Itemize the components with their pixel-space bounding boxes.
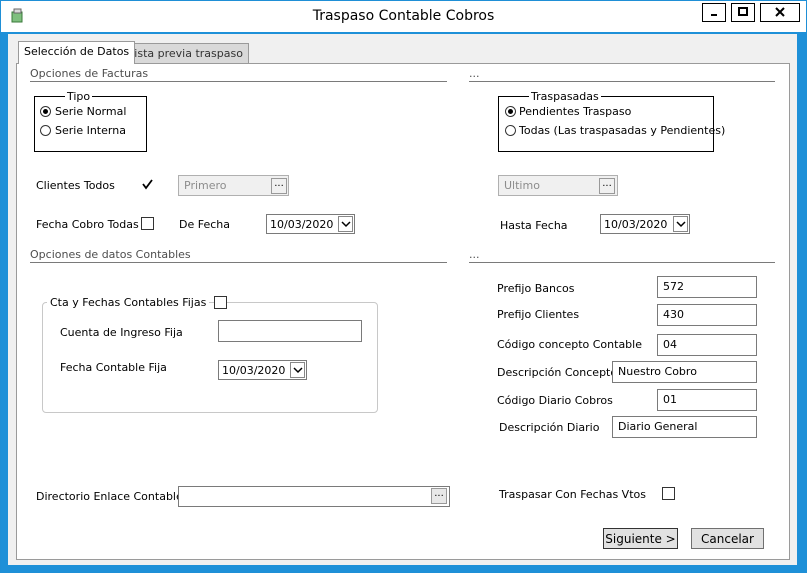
title-bar: Traspaso Contable Cobros <box>1 1 806 32</box>
contables-divider <box>30 262 447 263</box>
window-title: Traspaso Contable Cobros <box>312 8 495 24</box>
contables-right-divider <box>469 262 775 263</box>
traspasar-vtos-label: Traspasar Con Fechas Vtos <box>499 488 646 501</box>
tab-panel: Opciones de Facturas ... Tipo Serie Norm… <box>16 63 790 560</box>
pendientes-traspaso-label[interactable]: Pendientes Traspaso <box>519 105 631 118</box>
serie-interna-label[interactable]: Serie Interna <box>55 124 126 137</box>
pendientes-traspaso-radio[interactable] <box>505 106 516 117</box>
facturas-right-divider <box>469 81 775 82</box>
codigo-concepto-input[interactable]: 04 <box>657 334 757 356</box>
todas-radio[interactable] <box>505 125 516 136</box>
tab-vista-previa[interactable]: Vista previa traspaso <box>121 43 249 63</box>
cliente-hasta-browse-button[interactable]: ... <box>599 178 615 194</box>
ellipsis-icon: ... <box>434 488 444 499</box>
facturas-divider <box>30 81 447 82</box>
de-fecha-dropdown-button[interactable] <box>338 216 353 232</box>
close-button[interactable] <box>760 3 800 22</box>
chevron-down-icon <box>341 221 351 228</box>
cta-fechas-group <box>42 302 378 413</box>
cliente-desde-value: Primero <box>184 179 227 192</box>
descripcion-concepto-input[interactable]: Nuestro Cobro <box>612 361 757 383</box>
codigo-diario-label: Código Diario Cobros <box>497 394 613 407</box>
hasta-fecha-label: Hasta Fecha <box>500 219 568 232</box>
cliente-hasta-value: Ultimo <box>504 179 540 192</box>
todas-label[interactable]: Todas (Las traspasadas y Pendientes) <box>519 124 725 137</box>
ellipsis-icon: ... <box>602 178 612 189</box>
contables-section-title: Opciones de datos Contables <box>30 248 191 261</box>
contables-right-title: ... <box>469 248 480 261</box>
directorio-browse-button[interactable]: ... <box>431 488 447 504</box>
fecha-contable-label: Fecha Contable Fija <box>60 361 167 374</box>
serie-normal-label[interactable]: Serie Normal <box>55 105 126 118</box>
cuenta-ingreso-input[interactable] <box>218 320 362 342</box>
client-area: Selección de Datos Vista previa traspaso… <box>8 34 797 565</box>
maximize-icon <box>738 7 748 16</box>
de-fecha-value: 10/03/2020 <box>270 218 334 231</box>
serie-interna-radio[interactable] <box>40 125 51 136</box>
hasta-fecha-dropdown-button[interactable] <box>673 216 688 232</box>
fecha-cobro-todas-checkbox[interactable] <box>141 217 154 230</box>
ellipsis-icon: ... <box>274 178 284 189</box>
siguiente-button[interactable]: Siguiente > <box>603 528 678 549</box>
chevron-down-icon <box>293 367 303 374</box>
hasta-fecha-value: 10/03/2020 <box>604 218 668 231</box>
check-icon <box>142 179 153 190</box>
codigo-diario-input[interactable]: 01 <box>657 389 757 411</box>
maximize-button[interactable] <box>731 3 755 22</box>
descripcion-diario-input[interactable]: Diario General <box>612 416 757 438</box>
de-fecha-picker[interactable]: 10/03/2020 <box>266 214 355 234</box>
fecha-contable-value: 10/03/2020 <box>222 364 286 377</box>
de-fecha-label: De Fecha <box>179 218 230 231</box>
tab-seleccion-datos[interactable]: Selección de Datos <box>18 41 136 64</box>
hasta-fecha-picker[interactable]: 10/03/2020 <box>600 214 690 234</box>
cta-fechas-checkbox[interactable] <box>214 296 227 309</box>
facturas-section-title: Opciones de Facturas <box>30 67 149 80</box>
cancelar-button[interactable]: Cancelar <box>691 528 764 549</box>
prefijo-clientes-input[interactable]: 430 <box>657 304 757 326</box>
traspasar-vtos-checkbox[interactable] <box>662 487 675 500</box>
clientes-todos-checkbox[interactable] <box>141 178 154 191</box>
tipo-group-title: Tipo <box>65 90 93 103</box>
directorio-input[interactable] <box>178 486 450 507</box>
cliente-desde-browse-button[interactable]: ... <box>271 178 287 194</box>
directorio-label: Directorio Enlace Contable <box>36 490 183 503</box>
chevron-down-icon <box>676 221 686 228</box>
traspasadas-group-title: Traspasadas <box>529 90 601 103</box>
prefijo-clientes-label: Prefijo Clientes <box>497 308 580 321</box>
cta-fechas-label: Cta y Fechas Contables Fijas <box>47 296 210 309</box>
prefijo-bancos-label: Prefijo Bancos <box>497 282 575 295</box>
fecha-contable-dropdown-button[interactable] <box>290 362 305 378</box>
facturas-right-title: ... <box>469 67 480 80</box>
close-icon <box>775 7 785 17</box>
fecha-contable-picker[interactable]: 10/03/2020 <box>218 360 307 380</box>
minimize-button[interactable] <box>702 3 726 22</box>
cuenta-ingreso-label: Cuenta de Ingreso Fija <box>60 326 183 339</box>
fecha-cobro-todas-label: Fecha Cobro Todas <box>36 218 139 231</box>
clientes-todos-label: Clientes Todos <box>36 179 115 192</box>
prefijo-bancos-input[interactable]: 572 <box>657 276 757 298</box>
serie-normal-radio[interactable] <box>40 106 51 117</box>
descripcion-concepto-label: Descripción Concepto <box>497 366 618 379</box>
descripcion-diario-label: Descripción Diario <box>499 421 600 434</box>
codigo-concepto-label: Código concepto Contable <box>497 338 642 351</box>
minimize-icon <box>711 14 717 16</box>
